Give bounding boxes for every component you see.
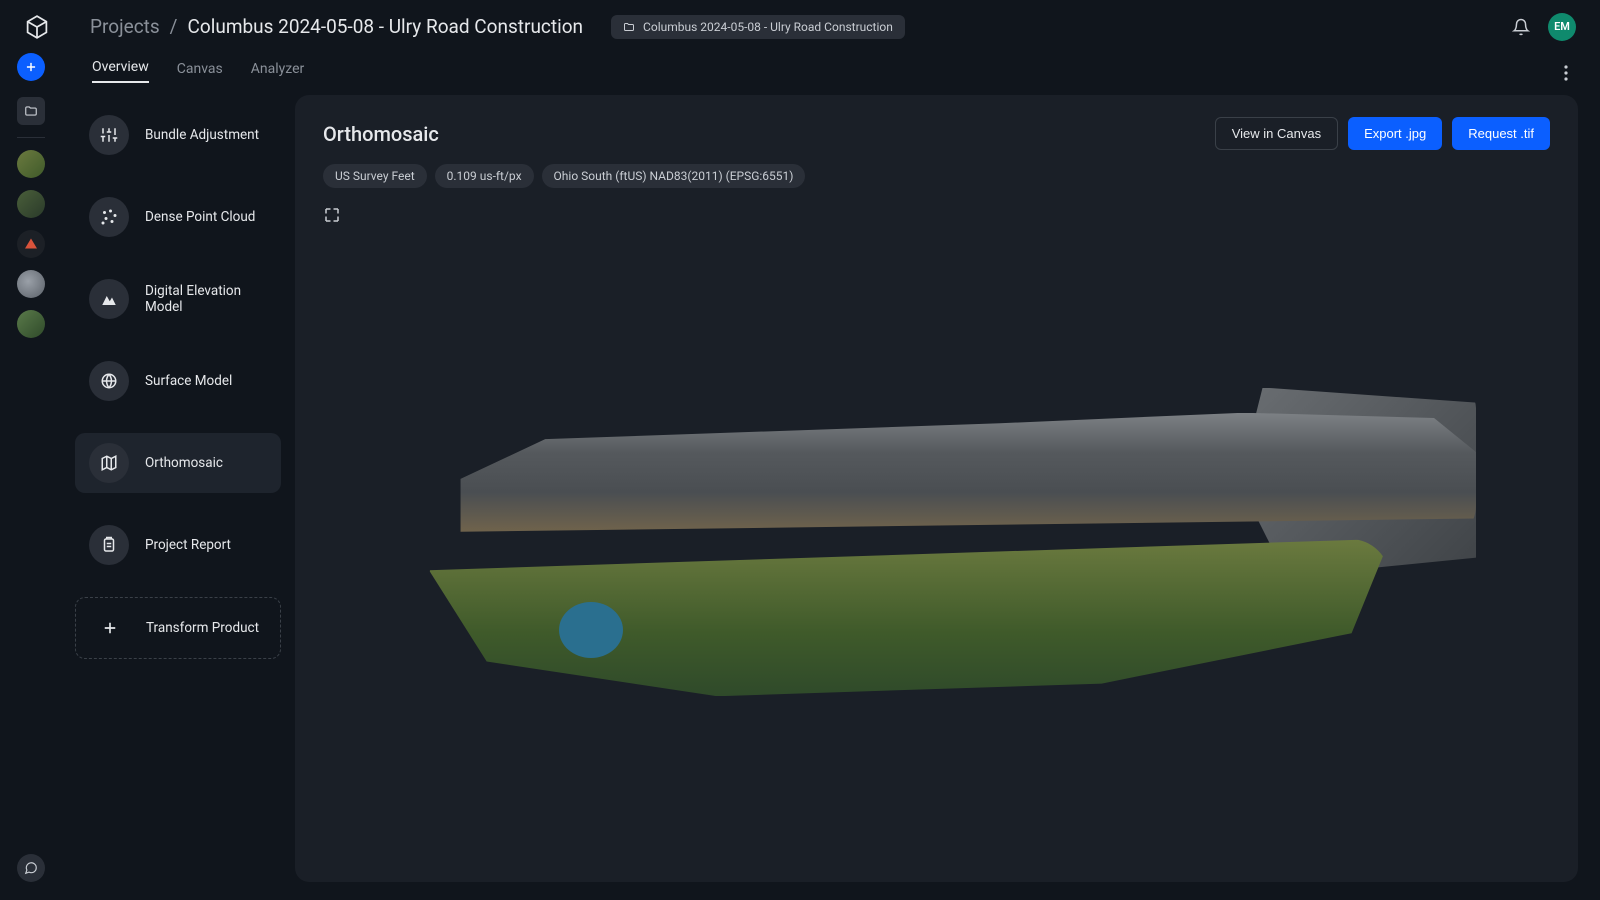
orthomosaic-viewer[interactable] <box>323 230 1550 860</box>
mountain-icon <box>89 279 129 319</box>
product-transform[interactable]: Transform Product <box>75 597 281 659</box>
folder-chip[interactable]: Columbus 2024-05-08 - Ulry Road Construc… <box>611 15 905 39</box>
content-actions: View in Canvas Export .jpg Request .tif <box>1215 117 1550 150</box>
breadcrumb-project[interactable]: Columbus 2024-05-08 - Ulry Road Construc… <box>188 15 584 38</box>
tab-analyzer[interactable]: Analyzer <box>251 61 305 83</box>
rail-project-thumb[interactable] <box>17 310 45 338</box>
chat-button[interactable] <box>17 854 45 882</box>
gsd-chip: 0.109 us-ft/px <box>435 164 534 188</box>
expand-icon <box>323 206 341 224</box>
points-icon <box>89 197 129 237</box>
breadcrumb-root[interactable]: Projects <box>90 15 160 38</box>
product-project-report[interactable]: Project Report <box>75 515 281 575</box>
rail-project-thumb[interactable] <box>17 270 45 298</box>
more-menu-button[interactable] <box>1556 63 1576 83</box>
tab-overview[interactable]: Overview <box>92 59 149 83</box>
product-label: Surface Model <box>145 373 232 389</box>
notifications-button[interactable] <box>1512 18 1530 36</box>
product-surface-model[interactable]: Surface Model <box>75 351 281 411</box>
header: Projects / Columbus 2024-05-08 - Ulry Ro… <box>0 0 1600 53</box>
plus-icon <box>90 608 130 648</box>
chat-icon <box>24 861 38 875</box>
product-label: Digital Elevation Model <box>145 283 267 315</box>
product-label: Orthomosaic <box>145 455 223 471</box>
breadcrumb: Projects / Columbus 2024-05-08 - Ulry Ro… <box>90 15 583 38</box>
chip-row: US Survey Feet 0.109 us-ft/px Ohio South… <box>323 164 1550 188</box>
product-list: Bundle Adjustment Dense Point Cloud Digi… <box>75 95 281 882</box>
main: Bundle Adjustment Dense Point Cloud Digi… <box>75 95 1578 882</box>
folder-chip-label: Columbus 2024-05-08 - Ulry Road Construc… <box>643 20 893 34</box>
rail-divider <box>17 137 45 138</box>
product-dense-point-cloud[interactable]: Dense Point Cloud <box>75 187 281 247</box>
rail-folder-button[interactable] <box>17 97 45 125</box>
user-avatar[interactable]: EM <box>1548 13 1576 41</box>
product-label: Bundle Adjustment <box>145 127 259 143</box>
product-dem[interactable]: Digital Elevation Model <box>75 269 281 329</box>
breadcrumb-sep: / <box>170 15 178 38</box>
product-label: Project Report <box>145 537 231 553</box>
plus-icon <box>24 60 38 74</box>
rail-project-thumb[interactable] <box>17 190 45 218</box>
crs-chip: Ohio South (ftUS) NAD83(2011) (EPSG:6551… <box>542 164 806 188</box>
folder-icon <box>623 21 635 33</box>
clipboard-icon <box>89 525 129 565</box>
add-button[interactable] <box>17 53 45 81</box>
product-bundle-adjustment[interactable]: Bundle Adjustment <box>75 105 281 165</box>
content-header: Orthomosaic View in Canvas Export .jpg R… <box>323 117 1550 150</box>
header-right: EM <box>1512 13 1576 41</box>
bell-icon <box>1512 18 1530 36</box>
content-card: Orthomosaic View in Canvas Export .jpg R… <box>295 95 1578 882</box>
map-icon <box>89 443 129 483</box>
kebab-icon <box>1564 65 1568 81</box>
folder-icon <box>24 104 38 118</box>
product-orthomosaic[interactable]: Orthomosaic <box>75 433 281 493</box>
content-title: Orthomosaic <box>323 122 439 146</box>
export-jpg-button[interactable]: Export .jpg <box>1348 117 1442 150</box>
sliders-icon <box>89 115 129 155</box>
tab-canvas[interactable]: Canvas <box>177 61 223 83</box>
orthomosaic-image <box>397 388 1477 703</box>
request-tif-button[interactable]: Request .tif <box>1452 117 1550 150</box>
product-label: Transform Product <box>146 620 259 636</box>
left-rail <box>0 0 62 900</box>
rail-project-thumb[interactable] <box>17 150 45 178</box>
product-label: Dense Point Cloud <box>145 209 255 225</box>
avatar-initials: EM <box>1554 20 1570 33</box>
view-in-canvas-button[interactable]: View in Canvas <box>1215 117 1338 150</box>
rail-project-thumb-warning[interactable] <box>17 230 45 258</box>
expand-button[interactable] <box>323 206 347 230</box>
unit-chip: US Survey Feet <box>323 164 427 188</box>
globe-icon <box>89 361 129 401</box>
tabs: Overview Canvas Analyzer <box>0 53 1600 83</box>
